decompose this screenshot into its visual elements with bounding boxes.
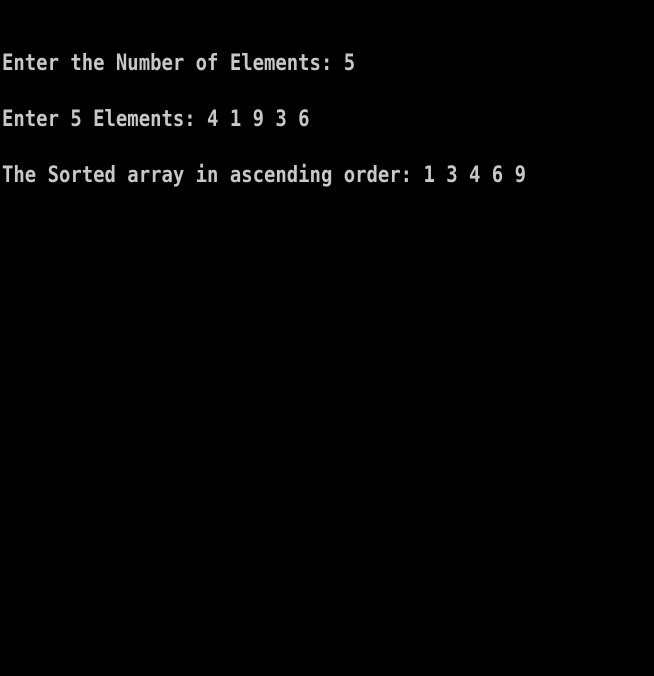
prompt-number-of-elements: Enter the Number of Elements: 5: [2, 51, 356, 76]
console-window[interactable]: Enter the Number of Elements: 5 Enter 5 …: [0, 0, 654, 676]
sorted-output: The Sorted array in ascending order: 1 3…: [2, 163, 526, 188]
prompt-enter-elements: Enter 5 Elements: 4 1 9 3 6: [2, 107, 310, 132]
